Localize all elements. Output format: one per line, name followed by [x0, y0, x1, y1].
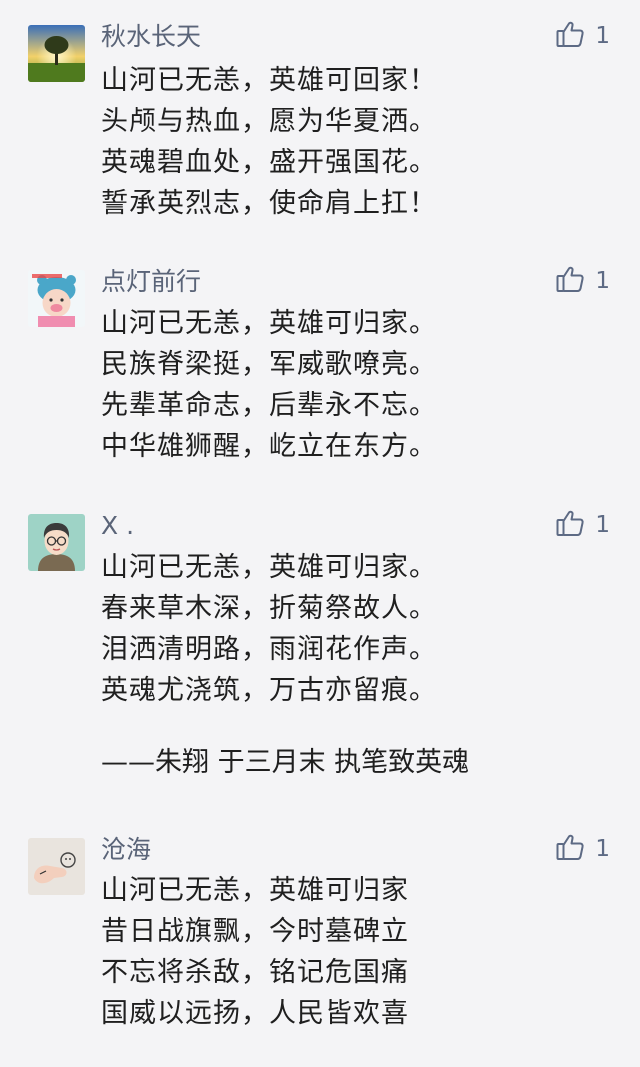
like-count: 1	[595, 268, 610, 294]
avatar[interactable]	[28, 270, 85, 327]
comment-line: 民族脊梁挺，军威歌嘹亮。	[101, 349, 437, 380]
like-count: 1	[595, 512, 610, 538]
thumbs-up-icon	[555, 19, 585, 53]
comment-line: 山河已无恙，英雄可归家。	[101, 552, 437, 583]
like-count: 1	[595, 23, 610, 49]
comment-author-name[interactable]: 点灯前行	[101, 267, 201, 297]
thumbs-up-icon	[555, 264, 585, 298]
comment-author-name[interactable]: 秋水长天	[101, 22, 201, 52]
comment-line: 英魂碧血处，盛开强国花。	[101, 147, 437, 178]
comment-line: 不忘将杀敌，铭记危国痛	[101, 957, 409, 988]
like-button[interactable]: 1	[555, 509, 610, 541]
like-count: 1	[595, 836, 610, 862]
like-button[interactable]: 1	[555, 20, 610, 52]
comment-line: 山河已无恙，英雄可归家	[101, 875, 409, 906]
thumbs-up-icon	[555, 508, 585, 542]
comment-author-name[interactable]: X .	[101, 511, 134, 541]
comment-line: 誓承英烈志，使命肩上扛！	[101, 188, 437, 219]
thumbs-up-icon	[555, 832, 585, 866]
comment-author-name[interactable]: 沧海	[101, 835, 151, 865]
like-button[interactable]: 1	[555, 833, 610, 865]
comment-line: 昔日战旗飘，今时墓碑立	[101, 916, 409, 947]
like-button[interactable]: 1	[555, 265, 610, 297]
comment-line: 泪洒清明路，雨润花作声。	[101, 634, 437, 665]
comment-line: 山河已无恙，英雄可归家。	[101, 308, 437, 339]
comment-text: 山河已无恙，英雄可归家。 民族脊梁挺，军威歌嘹亮。 先辈革命志，后辈永不忘。 中…	[101, 303, 437, 467]
comment-text: 山河已无恙，英雄可归家。 春来草木深，折菊祭故人。 泪洒清明路，雨润花作声。 英…	[101, 547, 437, 711]
avatar[interactable]	[28, 514, 85, 571]
comment-line: 英魂尤浇筑，万古亦留痕。	[101, 675, 437, 706]
avatar[interactable]	[28, 25, 85, 82]
comment-line: 头颅与热血，愿为华夏洒。	[101, 106, 437, 137]
comment-line: 山河已无恙，英雄可回家！	[101, 65, 437, 96]
comment-line: 中华雄狮醒，屹立在东方。	[101, 431, 437, 462]
comment-line: 国威以远扬，人民皆欢喜	[101, 998, 409, 1029]
comment-signature: ——朱翔 于三月末 执笔致英魂	[101, 747, 470, 778]
comment-line: 先辈革命志，后辈永不忘。	[101, 390, 437, 421]
comment-text: 山河已无恙，英雄可归家 昔日战旗飘，今时墓碑立 不忘将杀敌，铭记危国痛 国威以远…	[101, 870, 409, 1034]
comment-text: 山河已无恙，英雄可回家！ 头颅与热血，愿为华夏洒。 英魂碧血处，盛开强国花。 誓…	[101, 60, 437, 224]
comment-line: 春来草木深，折菊祭故人。	[101, 593, 437, 624]
avatar[interactable]	[28, 838, 85, 895]
